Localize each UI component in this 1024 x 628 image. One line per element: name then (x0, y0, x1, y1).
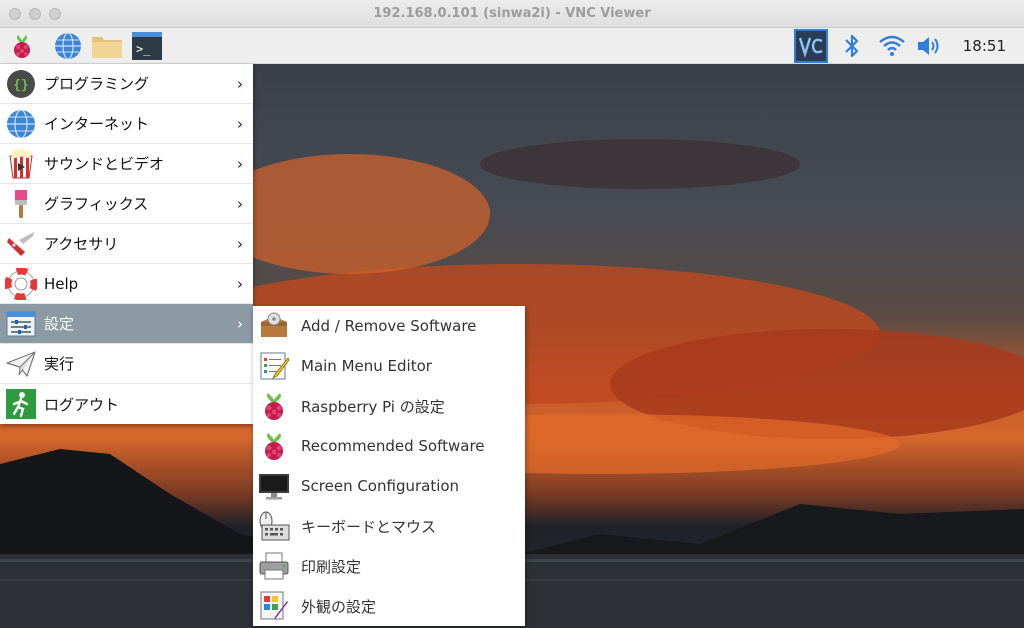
submenu-item-raspberry-pi-config[interactable]: Raspberry Pi の設定 (253, 386, 525, 426)
menu-item-graphics[interactable]: グラフィックス › (0, 184, 253, 224)
package-icon (261, 312, 287, 337)
raspberry-icon (265, 393, 283, 420)
globe-icon (7, 108, 35, 139)
menu-item-label: 設定 (44, 315, 75, 333)
raspberry-icon (14, 35, 30, 58)
chevron-right-icon: › (237, 315, 243, 333)
pocketknife-icon (7, 231, 34, 256)
menu-item-label: サウンドとビデオ (44, 155, 165, 173)
submenu-item-screen-configuration[interactable]: Screen Configuration (253, 466, 525, 506)
menu-item-label: アクセサリ (44, 235, 119, 253)
window-title: 192.168.0.101 (sinwa2i) - VNC Viewer (373, 6, 651, 21)
window-titlebar: 192.168.0.101 (sinwa2i) - VNC Viewer (0, 0, 1024, 28)
volume-icon (918, 37, 939, 55)
bluetooth-tray[interactable] (836, 31, 868, 61)
appearance-icon (260, 591, 288, 620)
vnc-server-tray[interactable] (794, 29, 828, 63)
menu-item-sound-video[interactable]: サウンドとビデオ › (0, 144, 253, 184)
menu-item-preferences[interactable]: 設定 › (0, 304, 253, 344)
submenu-item-label: キーボードとマウス (301, 517, 437, 536)
submenu-item-label: Raspberry Pi の設定 (301, 397, 445, 416)
submenu-item-label: Add / Remove Software (301, 317, 477, 335)
menu-item-label: グラフィックス (44, 195, 149, 213)
raspberry-menu-button[interactable] (6, 31, 38, 61)
chevron-right-icon: › (237, 75, 243, 93)
menu-item-logout[interactable]: ログアウト (0, 384, 253, 424)
menu-item-label: インターネット (44, 115, 150, 133)
preferences-submenu: Add / Remove Software Main Menu Editor R… (253, 306, 525, 626)
paper-plane-icon (6, 350, 36, 377)
svg-text:>_: >_ (136, 42, 151, 56)
submenu-item-label: 外観の設定 (301, 597, 377, 616)
wifi-tray[interactable] (876, 31, 908, 61)
terminal-launcher[interactable]: >_ (131, 31, 163, 61)
lifebuoy-icon (5, 267, 37, 300)
monitor-icon (259, 474, 289, 500)
submenu-item-appearance-settings[interactable]: 外観の設定 (253, 586, 525, 626)
volume-tray[interactable] (914, 31, 946, 61)
keyboard-mouse-icon (259, 511, 290, 541)
sound-video-icon (9, 148, 33, 178)
chevron-right-icon: › (237, 195, 243, 213)
menu-item-run[interactable]: 実行 (0, 344, 253, 384)
menu-item-help[interactable]: Help › (0, 264, 253, 304)
submenu-item-print-settings[interactable]: 印刷設定 (253, 546, 525, 586)
taskbar: >_ 18:51 (0, 28, 1024, 64)
paintbrush-icon (15, 189, 27, 218)
menu-editor-icon (260, 352, 290, 380)
menu-item-accessories[interactable]: アクセサリ › (0, 224, 253, 264)
globe-icon (55, 32, 81, 60)
terminal-icon: >_ (132, 32, 162, 60)
submenu-item-main-menu-editor[interactable]: Main Menu Editor (253, 346, 525, 386)
menu-item-label: 実行 (44, 355, 75, 373)
menu-item-label: Help (44, 274, 79, 293)
chevron-right-icon: › (237, 155, 243, 173)
settings-sliders-icon (6, 311, 36, 336)
submenu-item-add-remove-software[interactable]: Add / Remove Software (253, 306, 525, 346)
vnc-icon (794, 29, 828, 63)
submenu-item-label: Screen Configuration (301, 477, 460, 495)
web-browser-launcher[interactable] (52, 31, 84, 61)
file-manager-launcher[interactable] (91, 31, 123, 61)
chevron-right-icon: › (237, 275, 243, 293)
raspberry-icon (265, 433, 283, 460)
menu-item-internet[interactable]: インターネット › (0, 104, 253, 144)
submenu-item-recommended-software[interactable]: Recommended Software (253, 426, 525, 466)
submenu-item-label: 印刷設定 (301, 557, 362, 576)
submenu-item-label: Recommended Software (301, 437, 485, 455)
printer-icon (259, 552, 289, 580)
menu-item-label: プログラミング (44, 75, 150, 93)
wifi-icon (879, 35, 905, 56)
chevron-right-icon: › (237, 235, 243, 253)
programming-icon: {} (7, 69, 35, 98)
bluetooth-icon (845, 34, 859, 58)
menu-item-label: ログアウト (44, 395, 120, 414)
submenu-item-keyboard-mouse[interactable]: キーボードとマウス (253, 506, 525, 546)
folder-icon (92, 37, 122, 58)
chevron-right-icon: › (237, 115, 243, 133)
clock[interactable]: 18:51 (963, 28, 1006, 64)
svg-text:{}: {} (13, 78, 29, 93)
application-menu: {} プログラミング › インターネット › サウンドとビデオ › グラフィック… (0, 64, 253, 424)
exit-icon (6, 389, 36, 419)
submenu-item-label: Main Menu Editor (301, 357, 432, 375)
menu-item-programming[interactable]: {} プログラミング › (0, 64, 253, 104)
